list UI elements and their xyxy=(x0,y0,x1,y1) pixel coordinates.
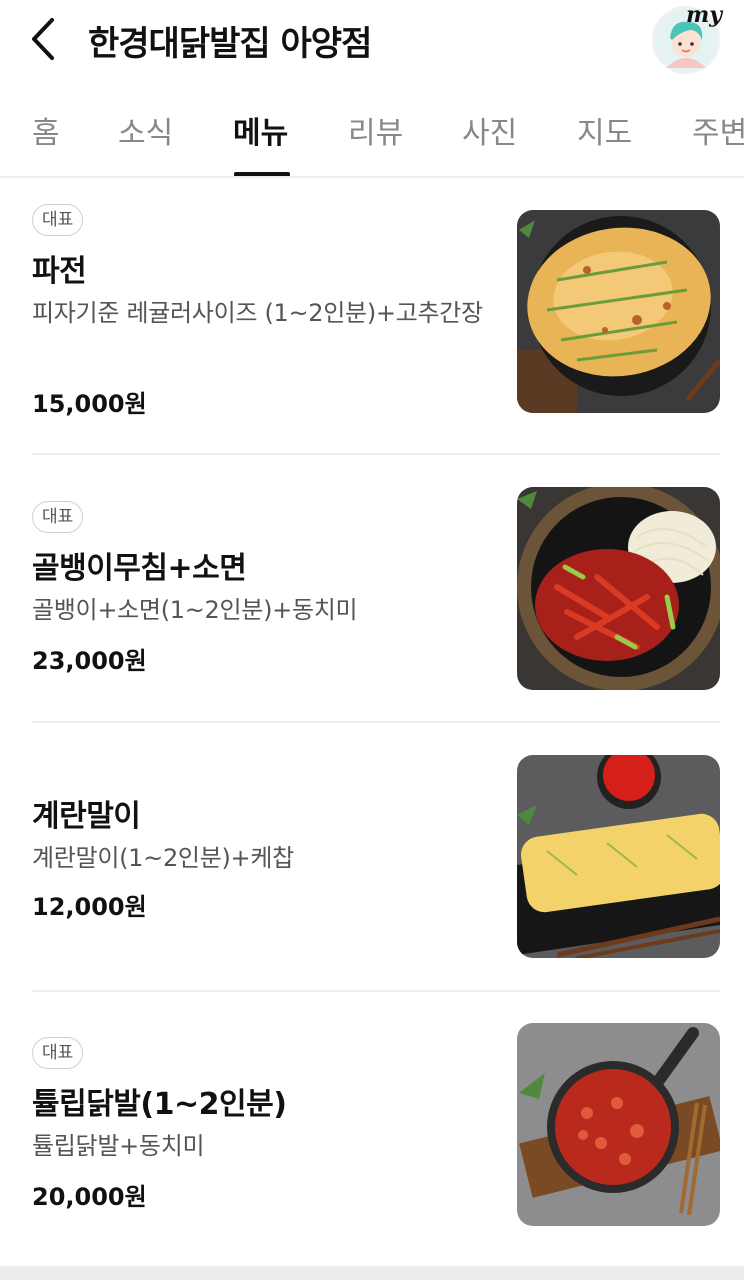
tab-news[interactable]: 소식 xyxy=(118,108,173,152)
store-menu-page: 한경대닭발집 아양점 my 홈 소식 메뉴 리뷰 사진 지도 주변 대표 파전 … xyxy=(0,0,744,1280)
menu-item-price: 23,000원 xyxy=(32,647,147,675)
page-title: 한경대닭발집 아양점 xyxy=(88,24,372,64)
tab-nearby[interactable]: 주변 xyxy=(692,108,744,152)
menu-item-name: 튤립닭발(1~2인분) xyxy=(32,1087,287,1122)
menu-item-price: 15,000원 xyxy=(32,390,147,418)
menu-item-photo[interactable] xyxy=(517,210,720,413)
signature-badge: 대표 xyxy=(32,1037,84,1069)
my-profile-button[interactable]: my xyxy=(652,2,722,74)
tab-photos[interactable]: 사진 xyxy=(462,108,517,152)
bottom-separator xyxy=(0,1266,744,1280)
menu-item-description: 피자기준 레귤러사이즈 (1~2인분)+고추간장 xyxy=(32,299,483,327)
golbaengi-photo-icon xyxy=(517,487,720,690)
menu-item-name: 골뱅이무침+소면 xyxy=(32,551,247,586)
menu-item-name: 파전 xyxy=(32,254,87,289)
egg-roll-photo-icon xyxy=(517,755,720,958)
chevron-left-icon xyxy=(32,18,54,60)
menu-item-name: 계란말이 xyxy=(32,799,141,834)
menu-item-photo[interactable] xyxy=(517,1023,720,1226)
back-button[interactable] xyxy=(22,14,66,64)
active-tab-indicator xyxy=(234,172,290,176)
menu-item-price: 12,000원 xyxy=(32,893,147,921)
chicken-feet-photo-icon xyxy=(517,1023,720,1226)
signature-badge: 대표 xyxy=(32,204,84,236)
menu-item[interactable]: 계란말이 계란말이(1~2인분)+케찹 12,000원 xyxy=(0,755,744,990)
divider xyxy=(32,990,720,992)
divider xyxy=(32,453,720,455)
menu-item-description: 골뱅이+소면(1~2인분)+동치미 xyxy=(32,596,358,624)
my-label: my xyxy=(685,2,722,28)
tab-reviews[interactable]: 리뷰 xyxy=(348,108,403,152)
pajeon-photo-icon xyxy=(517,210,720,413)
divider xyxy=(32,721,720,723)
tab-home[interactable]: 홈 xyxy=(32,108,60,152)
menu-item[interactable]: 대표 튤립닭발(1~2인분) 튤립닭발+동치미 20,000원 xyxy=(0,1023,744,1258)
top-header: 한경대닭발집 아양점 my xyxy=(0,0,744,84)
menu-item-photo[interactable] xyxy=(517,487,720,690)
signature-badge: 대표 xyxy=(32,501,84,533)
menu-item-description: 계란말이(1~2인분)+케찹 xyxy=(32,844,294,872)
menu-item-photo[interactable] xyxy=(517,755,720,958)
tab-menu[interactable]: 메뉴 xyxy=(233,108,288,152)
tab-map[interactable]: 지도 xyxy=(577,108,632,152)
menu-item-description: 튤립닭발+동치미 xyxy=(32,1132,205,1160)
menu-item[interactable]: 대표 파전 피자기준 레귤러사이즈 (1~2인분)+고추간장 15,000원 xyxy=(0,190,744,458)
menu-item-price: 20,000원 xyxy=(32,1183,147,1211)
store-tabs: 홈 소식 메뉴 리뷰 사진 지도 주변 xyxy=(0,90,744,178)
menu-item[interactable]: 대표 골뱅이무침+소면 골뱅이+소면(1~2인분)+동치미 23,000원 xyxy=(0,487,744,722)
